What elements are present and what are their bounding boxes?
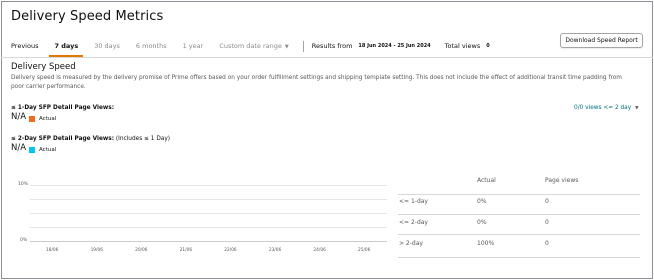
x-tick-label: 18/06 [46,248,59,253]
divider [1,57,653,58]
two-day-views-value: N/A [11,143,27,153]
gridline [30,227,387,228]
total-views-value: 0 [486,43,490,49]
x-tick-label: 23/06 [268,248,282,253]
date-range-tabs: Previous 7 days 30 days 6 months 1 year … [11,39,490,57]
gridline [30,213,387,214]
actual-legend-swatch [29,116,35,122]
row-divider [398,234,640,235]
actual-cell: 0% [477,198,487,205]
section-title: Delivery Speed [11,62,76,72]
two-day-views-label-text: ≤ 2-Day SFP Detail Page Views: [11,136,115,142]
chevron-down-icon: ▼ [284,44,289,50]
section-description: Delivery speed is measured by the delive… [11,75,622,91]
gridline [30,199,387,200]
download-speed-report-button[interactable]: Download Speed Report [560,33,643,48]
one-day-views-label-text: ≤ 1-Day SFP Detail Page Views: [11,105,115,111]
chevron-down-icon: ▼ [635,106,639,111]
row-label: <= 2-day [399,219,428,226]
actual-legend-label: Actual [39,116,57,122]
page-title: Delivery Speed Metrics [11,9,164,24]
results-label: Results from [311,42,353,50]
actual-legend-label: Actual [39,147,57,153]
tab-custom-date-range[interactable]: Custom date range ▼ [219,42,288,50]
x-tick-label: 20/06 [135,248,148,253]
divider [302,40,304,52]
page-views-cell: 0 [545,219,549,226]
custom-date-range-label: Custom date range [219,42,282,50]
tab-7-days[interactable]: 7 days [49,42,83,57]
two-day-views-label: ≤ 2-Day SFP Detail Page Views: (Includes… [11,136,170,142]
column-header-page-views: Page views [545,177,579,184]
row-divider [398,194,640,195]
gridline [30,185,387,186]
total-views-label: Total views [444,42,481,50]
x-tick-label: 25/06 [358,248,371,253]
chart-baseline [30,241,387,242]
results-date-range: 18 Jun 2024 - 25 Jun 2024 [358,43,431,49]
actual-cell: 0% [477,219,487,226]
one-day-views-value: N/A [11,112,27,122]
tab-30-days[interactable]: 30 days [94,42,120,50]
actual-cell: 100% [477,240,495,247]
tab-6-months[interactable]: 6 months [136,42,167,50]
two-day-views-note: (Includes ≤ 1 Day) [114,136,171,142]
page-views-cell: 0 [545,198,549,205]
tab-1-year[interactable]: 1 year [183,42,204,50]
row-label: > 2-day [399,240,423,247]
page-views-cell: 0 [545,240,549,247]
column-header-actual: Actual [477,177,496,184]
row-divider [398,257,640,258]
y-tick-label: 0% [20,238,28,243]
y-tick-label: 10% [18,182,29,187]
tab-previous[interactable]: Previous [11,42,38,50]
row-divider [398,214,640,215]
one-day-views-label: ≤ 1-Day SFP Detail Page Views: [11,105,114,111]
actual-legend-swatch [29,147,35,153]
x-tick-label: 24/06 [313,248,326,253]
row-label: <= 1-day [399,198,428,205]
x-tick-label: 21/06 [179,248,193,253]
views-dropdown-label: 0/0 views <= 2 day [574,105,632,111]
x-tick-label: 19/06 [90,248,103,253]
x-tick-label: 22/06 [224,248,237,253]
views-dropdown[interactable]: 0/0 views <= 2 day ▼ [574,105,639,111]
